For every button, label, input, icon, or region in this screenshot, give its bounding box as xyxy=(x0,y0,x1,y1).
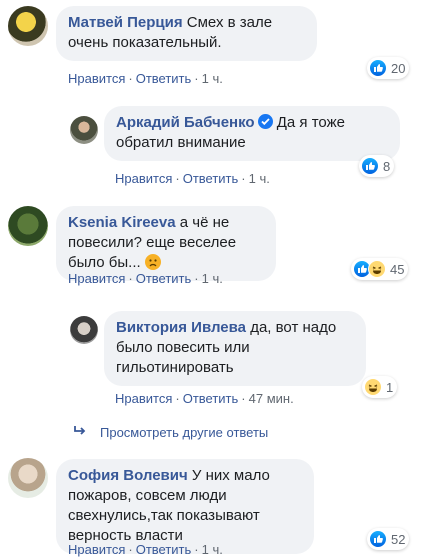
comment-actions: Нравится · Ответить · 1 ч. xyxy=(68,542,223,557)
sad-face-emoji-icon xyxy=(144,254,161,270)
reactions-summary[interactable]: 1 xyxy=(362,376,398,398)
reply-link[interactable]: Ответить xyxy=(136,71,192,86)
reaction-count: 8 xyxy=(383,158,391,174)
comment-author[interactable]: Виктория Ивлева xyxy=(116,319,246,336)
reaction-count: 45 xyxy=(390,261,405,277)
reaction-count: 20 xyxy=(391,60,406,76)
reaction-count: 52 xyxy=(391,531,406,547)
timestamp[interactable]: 47 мин. xyxy=(249,391,294,406)
reaction-count: 1 xyxy=(386,379,394,395)
comment-author[interactable]: Матвей Перция xyxy=(68,14,183,31)
avatar[interactable] xyxy=(70,316,98,344)
avatar[interactable] xyxy=(8,206,48,246)
avatar[interactable] xyxy=(8,6,48,46)
comment-author[interactable]: София Волевич xyxy=(68,467,188,484)
timestamp[interactable]: 1 ч. xyxy=(202,542,223,557)
timestamp[interactable]: 1 ч. xyxy=(202,271,223,286)
haha-reaction-icon xyxy=(364,378,382,396)
like-link[interactable]: Нравится xyxy=(68,71,125,86)
comment-author[interactable]: Аркадий Бабченко xyxy=(116,114,255,131)
avatar[interactable] xyxy=(70,116,98,144)
comment-author[interactable]: Ksenia Kireeva xyxy=(68,214,176,231)
comment-actions: Нравится · Ответить · 1 ч. xyxy=(68,71,223,86)
comment-bubble: Ksenia Kireeva а чё не повесили? еще вес… xyxy=(56,206,276,281)
like-reaction-icon xyxy=(361,157,379,175)
avatar[interactable] xyxy=(8,458,48,498)
reply-arrow-icon xyxy=(72,425,90,440)
like-link[interactable]: Нравится xyxy=(115,391,172,406)
like-link[interactable]: Нравится xyxy=(68,271,125,286)
reactions-summary[interactable]: 45 xyxy=(351,258,409,280)
reply-link[interactable]: Ответить xyxy=(183,391,239,406)
comment-bubble: Матвей Перция Смех в зале очень показате… xyxy=(56,6,317,61)
haha-reaction-icon xyxy=(368,260,386,278)
verified-badge-icon xyxy=(257,114,273,129)
reactions-summary[interactable]: 8 xyxy=(359,155,395,177)
comment-bubble: София Волевич У них мало пожаров, совсем… xyxy=(56,459,314,554)
reply-link[interactable]: Ответить xyxy=(183,171,239,186)
comment-bubble: Аркадий Бабченко Да я тоже обратил внима… xyxy=(104,106,400,161)
comment-actions: Нравится · Ответить · 47 мин. xyxy=(115,391,294,406)
view-more-replies-label: Просмотреть другие ответы xyxy=(100,425,269,440)
like-link[interactable]: Нравится xyxy=(68,542,125,557)
like-link[interactable]: Нравится xyxy=(115,171,172,186)
comment-actions: Нравится · Ответить · 1 ч. xyxy=(115,171,270,186)
comment-bubble: Виктория Ивлева да, вот надо было повеси… xyxy=(104,311,366,386)
reactions-summary[interactable]: 52 xyxy=(367,528,410,550)
reply-link[interactable]: Ответить xyxy=(136,542,192,557)
reactions-summary[interactable]: 20 xyxy=(367,57,410,79)
timestamp[interactable]: 1 ч. xyxy=(202,71,223,86)
like-reaction-icon xyxy=(369,59,387,77)
comment-actions: Нравится · Ответить · 1 ч. xyxy=(68,271,223,286)
reply-link[interactable]: Ответить xyxy=(136,271,192,286)
timestamp[interactable]: 1 ч. xyxy=(249,171,270,186)
like-reaction-icon xyxy=(369,530,387,548)
view-more-replies-link[interactable]: Просмотреть другие ответы xyxy=(72,425,268,440)
